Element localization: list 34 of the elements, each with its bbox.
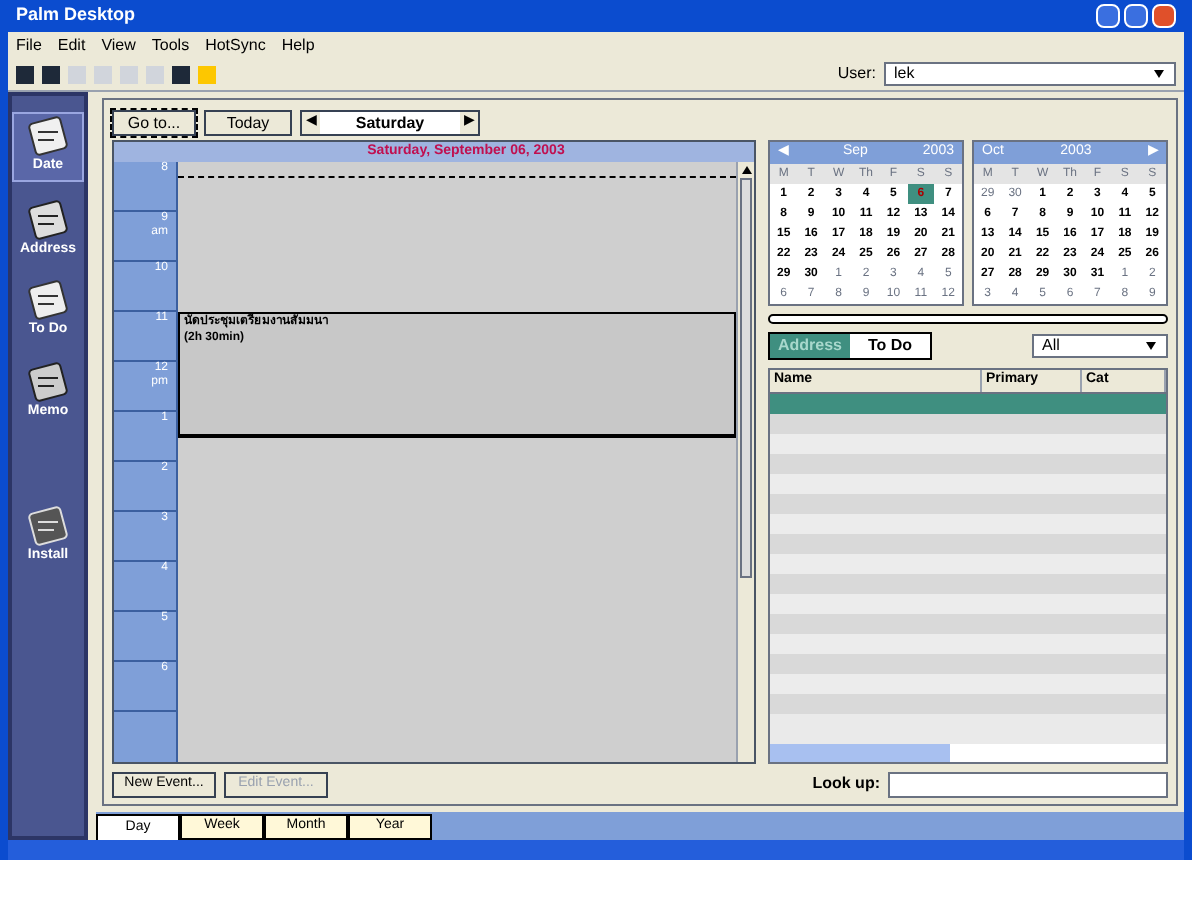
table-row[interactable] <box>770 393 1166 413</box>
menu-item[interactable]: File <box>16 33 42 57</box>
goto-button[interactable]: Go to... <box>112 109 196 135</box>
table-row[interactable] <box>770 573 1166 593</box>
table-row[interactable] <box>770 693 1166 713</box>
table-row[interactable] <box>770 653 1166 673</box>
lookup-label: Look up: <box>812 772 880 796</box>
menu-item[interactable]: Help <box>281 33 315 57</box>
minimize-button[interactable] <box>1096 4 1120 28</box>
lookup-field[interactable] <box>888 771 1168 797</box>
user-dropdown[interactable]: lek <box>884 62 1176 86</box>
maximize-button[interactable] <box>1124 4 1148 28</box>
table-row[interactable] <box>770 613 1166 633</box>
close-button[interactable] <box>1152 4 1176 28</box>
menu-item[interactable]: View <box>101 33 136 57</box>
category-dropdown[interactable]: All <box>1032 334 1168 358</box>
menu-item[interactable]: Edit <box>57 33 86 57</box>
vertical-scrollbar[interactable] <box>736 162 754 762</box>
table-row[interactable] <box>770 493 1166 513</box>
notepad-icon <box>26 280 70 320</box>
list-tab[interactable]: To Do <box>850 334 930 358</box>
table-row[interactable] <box>770 533 1166 553</box>
calendar-scrollbar[interactable] <box>768 314 1168 324</box>
day-field: Saturday <box>320 111 460 133</box>
window-title: Palm Desktop <box>16 2 136 29</box>
menu-item[interactable]: Tools <box>151 33 190 57</box>
horizontal-scrollbar[interactable] <box>770 744 1166 762</box>
menu-item[interactable]: HotSync <box>205 33 266 57</box>
user-label: User: <box>837 62 876 86</box>
today-button[interactable]: Today <box>204 109 292 135</box>
table-row[interactable] <box>770 413 1166 433</box>
table-row[interactable] <box>770 453 1166 473</box>
dropdown-caret-icon <box>1152 68 1166 80</box>
dropdown-caret-icon <box>1144 340 1158 352</box>
